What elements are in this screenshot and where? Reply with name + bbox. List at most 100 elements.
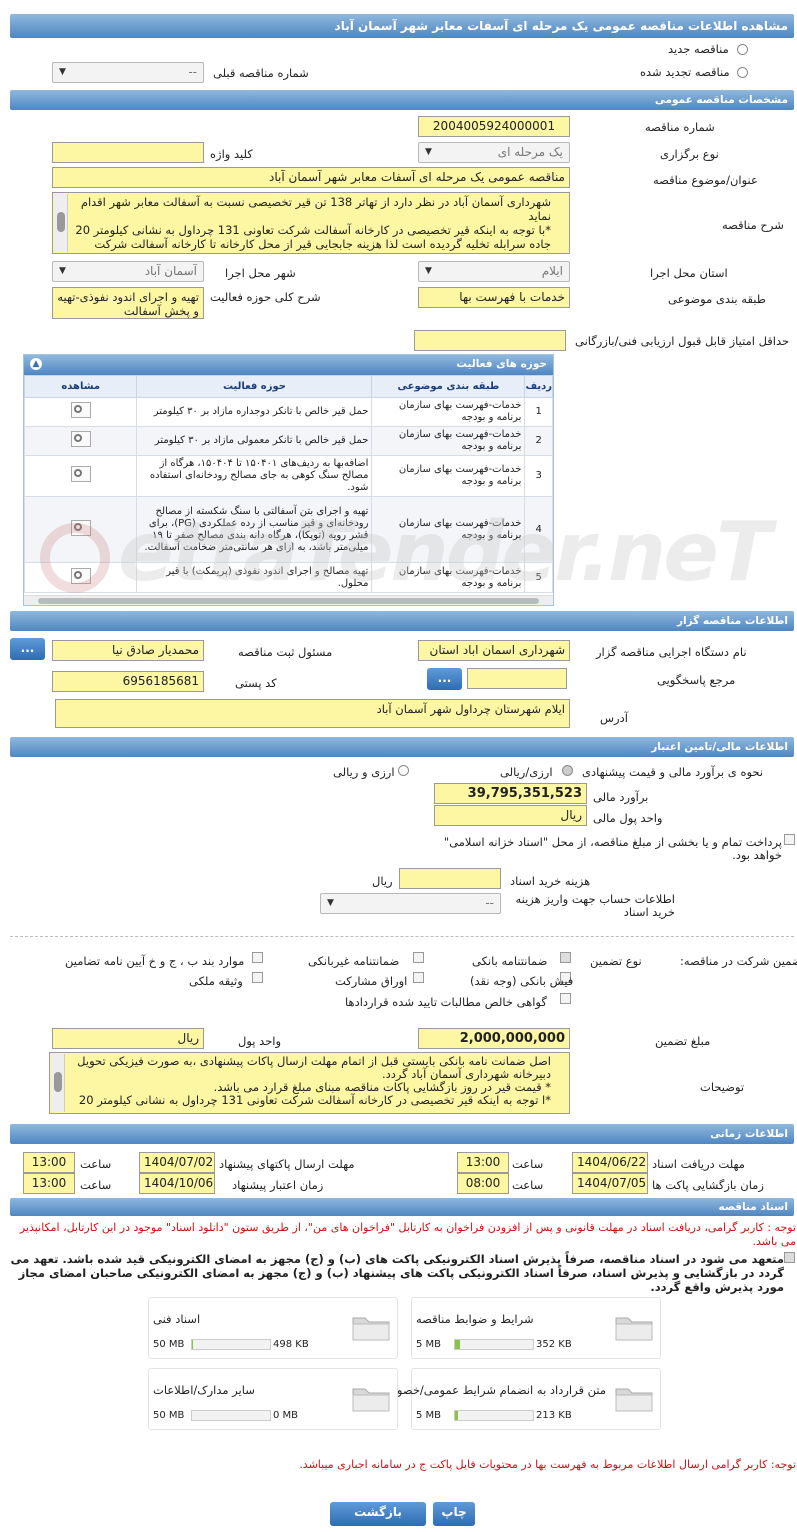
scrollbar[interactable]: [51, 1054, 65, 1112]
guarantee-check-1[interactable]: [413, 952, 424, 963]
resp-lookup-button[interactable]: ...: [10, 638, 45, 660]
acct-select[interactable]: -- ▼: [320, 893, 501, 914]
doc-file-box[interactable]: سایر مدارک/اطلاعات 50 MB 0 MB: [148, 1368, 398, 1430]
commit-checkbox[interactable]: [784, 1252, 795, 1263]
open-date[interactable]: 1404/07/05: [572, 1173, 648, 1194]
renewed-tender-radio[interactable]: [737, 67, 748, 78]
send-date[interactable]: 1404/07/02: [139, 1152, 215, 1173]
fee-label: هزینه خرید اسناد: [510, 874, 591, 888]
row-category: خدمات-فهرست بهای سازمان برنامه و بودجه: [371, 426, 526, 456]
recv-date[interactable]: 1404/06/22: [572, 1152, 648, 1173]
doc-name: سایر مدارک/اطلاعات: [153, 1383, 255, 1397]
guarantee-opt-2: موارد بند ب ، ج و خ آیین نامه تضامین: [65, 954, 245, 968]
open-time[interactable]: 08:00: [457, 1173, 509, 1194]
category-field[interactable]: خدمات با فهرست بها: [418, 287, 570, 308]
doc-max-size: 50 MB: [153, 1339, 185, 1350]
treasury-label: پرداخت تمام و یا بخشی از مبلغ مناقصه، از…: [443, 835, 782, 862]
recv-time[interactable]: 13:00: [457, 1152, 509, 1173]
valid-date[interactable]: 1404/10/06: [139, 1173, 215, 1194]
magnifier-doc-icon[interactable]: [70, 431, 91, 447]
guarantee-check-0[interactable]: [560, 952, 571, 963]
guarantee-opt-6: گواهی خالص مطالبات تایید شده قراردادها: [345, 995, 547, 1009]
postal-label: کد پستی: [235, 676, 277, 690]
type-label: نوع برگزاری: [660, 147, 719, 161]
org-label: نام دستگاه اجرایی مناقصه گزار: [596, 645, 747, 659]
category-label: طبقه بندی موضوعی: [668, 292, 766, 306]
guarantee-check-6[interactable]: [560, 993, 571, 1004]
city-label: شهر محل اجرا: [225, 266, 296, 280]
minscore-field[interactable]: [414, 330, 566, 351]
scrollbar[interactable]: [54, 194, 68, 252]
guarantee-check-2[interactable]: [252, 952, 263, 963]
ref-field[interactable]: [467, 668, 567, 689]
doc-progress-bar: [191, 1339, 271, 1350]
activities-header: حوزه های فعالیت ▲: [24, 355, 553, 375]
type-select[interactable]: یک مرحله ای ▼: [418, 142, 570, 163]
estimate-radio-2[interactable]: [398, 765, 409, 776]
guarantee-check-5[interactable]: [252, 972, 263, 983]
prev-number-select[interactable]: -- ▼: [52, 62, 204, 83]
ref-lookup-button[interactable]: ...: [427, 668, 462, 690]
guarantee-unit-label: واحد پول: [238, 1034, 282, 1048]
desc-textarea[interactable]: شهرداری آسمان آباد در نظر دارد از تهاتر …: [52, 192, 570, 254]
guarantee-opt-0: ضمانتنامه بانکی: [472, 954, 548, 968]
magnifier-doc-icon[interactable]: [70, 402, 91, 418]
valid-time[interactable]: 13:00: [23, 1173, 75, 1194]
resp-field[interactable]: محمدیار صادق نیا: [52, 640, 204, 661]
subject-field[interactable]: مناقصه عمومی یک مرحله ای آسفات معابر شهر…: [52, 167, 570, 188]
docs-footer-note: توجه: کاربر گرامی ارسال اطلاعات مربوط به…: [299, 1458, 796, 1471]
number-field[interactable]: 2004005924000001: [418, 116, 570, 137]
time-label: ساعت: [512, 1157, 544, 1171]
ref-label: مرجع پاسخگویی: [657, 673, 736, 687]
recv-label: مهلت دریافت اسناد: [652, 1157, 745, 1171]
print-button[interactable]: چاپ: [433, 1502, 475, 1526]
open-label: زمان بازگشایی پاکت ها: [652, 1178, 764, 1192]
unit-label: واحد پول مالی: [593, 811, 663, 825]
prev-number-label: شماره مناقصه قبلی: [213, 66, 309, 80]
time-label: ساعت: [512, 1178, 544, 1192]
chevron-down-icon: ▼: [425, 266, 432, 276]
doc-file-box[interactable]: متن قرارداد به انضمام شرایط عمومی/خصوصی …: [378, 1368, 661, 1430]
estimate-radio-1[interactable]: [562, 765, 573, 776]
row-view: [24, 426, 138, 456]
magnifier-doc-icon[interactable]: [70, 466, 91, 482]
commit-text: متعهد می شود در اسناد مناقصه، صرفاً پذیر…: [10, 1252, 784, 1294]
guarantee-amount-field[interactable]: 2,000,000,000: [418, 1028, 570, 1049]
guarantee-type-label: نوع تضمین: [590, 954, 642, 968]
unit-field[interactable]: ریال: [434, 805, 587, 826]
row-number: 3: [524, 455, 553, 497]
fee-field[interactable]: [399, 868, 501, 889]
back-button[interactable]: بازگشت: [330, 1502, 426, 1526]
doc-progress-bar: [454, 1410, 534, 1421]
doc-max-size: 5 MB: [416, 1410, 442, 1421]
amount-field[interactable]: 39,795,351,523: [434, 783, 587, 804]
scope-field[interactable]: تهیه و اجرای اندود نفوذی-تهیه و پخش آسفا…: [52, 287, 204, 319]
addr-field[interactable]: ایلام شهرستان چرداول شهر آسمان آباد: [55, 699, 570, 728]
guarantee-check-4[interactable]: [413, 972, 424, 983]
doc-size: 213 KB: [536, 1410, 572, 1421]
row-activity: اضافه‌بها به ردیف‌های ۱۵۰۴۰۱ تا ۱۵۰۴۰۴، …: [136, 455, 373, 497]
desc-label: شرح مناقصه: [722, 218, 784, 232]
send-time[interactable]: 13:00: [23, 1152, 75, 1173]
keyword-field[interactable]: [52, 142, 204, 163]
doc-file-box[interactable]: اسناد فنی 50 MB 498 KB: [148, 1297, 398, 1359]
new-tender-radio[interactable]: [737, 44, 748, 55]
guarantee-opt-5: وثیقه ملکی: [189, 974, 243, 988]
notes-textarea[interactable]: اصل ضمانت نامه بانکی بایستی قبل از اتمام…: [49, 1052, 570, 1114]
addr-label: آدرس: [600, 711, 628, 725]
guarantee-unit-field[interactable]: ریال: [52, 1028, 204, 1049]
table-row: 3 خدمات-فهرست بهای سازمان برنامه و بودجه ا…: [24, 455, 553, 497]
guarantee-opt-1: ضمانتنامه غیربانکی: [308, 954, 400, 968]
doc-file-box[interactable]: شرایط و ضوابط مناقصه 5 MB 352 KB: [411, 1297, 661, 1359]
row-activity: حمل قیر خالص با تانکر معمولی مازاد بر ۳۰…: [136, 426, 373, 456]
postal-field[interactable]: 6956185681: [52, 671, 204, 692]
renewed-tender-label: مناقصه تجدید شده: [640, 65, 730, 79]
org-field[interactable]: شهرداری اسمان اباد استان: [418, 640, 570, 661]
province-select[interactable]: ایلام ▼: [418, 261, 570, 282]
col-view: مشاهده: [24, 375, 138, 398]
guarantee-opt-3: فیش بانکی (وجه نقد): [470, 974, 574, 988]
collapse-icon[interactable]: ▲: [30, 358, 42, 370]
treasury-checkbox[interactable]: [784, 834, 795, 845]
row-activity: حمل قیر خالص با تانکر دوجداره مازاد بر ۳…: [136, 397, 373, 427]
city-select[interactable]: آسمان آباد ▼: [52, 261, 204, 282]
